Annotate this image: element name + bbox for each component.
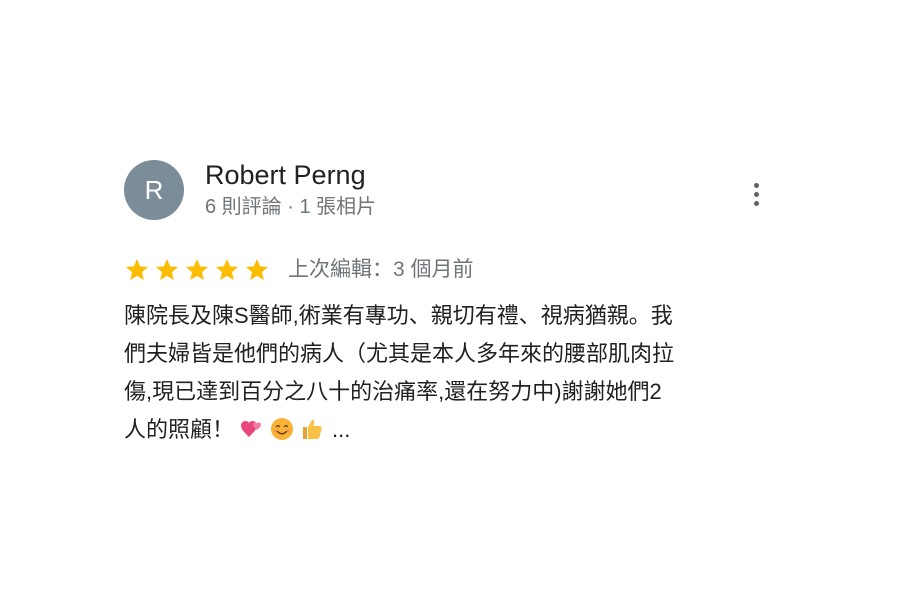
- author-name[interactable]: Robert Perng: [205, 158, 366, 192]
- more-vert-icon[interactable]: [746, 180, 768, 210]
- menu-dot: [754, 192, 759, 197]
- star-rating: [124, 257, 274, 283]
- edited-time: 上次編輯：3 個月前: [288, 258, 474, 281]
- review-text-line: 們夫婦皆是他們的病人（尤其是本人多年來的腰部肌肉拉: [124, 341, 675, 366]
- avatar-letter: R: [144, 175, 164, 205]
- avatar[interactable]: R: [124, 160, 184, 220]
- review-text-line: 陳院長及陳S醫師,術業有專功、親切有禮、視病猶親。我: [124, 303, 673, 328]
- review-text-line-last: 人的照顧！ ...: [124, 411, 784, 449]
- star-icon: [215, 258, 239, 280]
- two-hearts-icon: [241, 421, 262, 437]
- thumbs-up-icon: [303, 419, 322, 439]
- star-icon: [125, 258, 149, 280]
- rating-row: 上次編輯：3 個月前: [124, 253, 474, 287]
- review-text-line: 傷,現已達到百分之八十的治痛率,還在努力中)謝謝她們2: [124, 379, 662, 404]
- menu-dot: [754, 201, 759, 206]
- review-text: 陳院長及陳S醫師,術業有專功、親切有禮、視病猶親。我 們夫婦皆是他們的病人（尤其…: [124, 297, 784, 449]
- review-card: R Robert Perng 6 則評論 · 1 張相片 上次編輯：3 個月前 …: [0, 0, 900, 600]
- smiling-face-icon: [271, 418, 294, 440]
- review-text-line: 人的照顧！: [124, 417, 235, 442]
- more-link[interactable]: ...: [332, 417, 350, 442]
- author-meta: 6 則評論 · 1 張相片: [205, 196, 377, 218]
- menu-dot: [754, 183, 759, 188]
- star-icon: [245, 258, 269, 280]
- star-icon: [155, 258, 179, 280]
- star-icon: [185, 258, 209, 280]
